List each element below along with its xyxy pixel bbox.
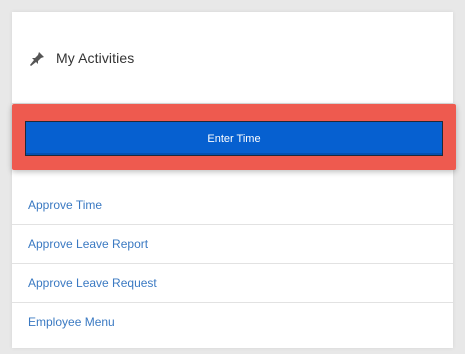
panel-title: My Activities [56,50,135,66]
pin-icon [29,51,45,67]
approve-leave-report-link[interactable]: Approve Leave Report [28,237,148,251]
list-item: Approve Time [12,186,453,225]
approve-time-link[interactable]: Approve Time [28,198,102,212]
list-item: Approve Leave Request [12,264,453,303]
employee-menu-link[interactable]: Employee Menu [28,315,115,329]
list-item: Employee Menu [12,303,453,342]
enter-time-button[interactable]: Enter Time [25,121,443,156]
approve-leave-request-link[interactable]: Approve Leave Request [28,276,157,290]
activities-menu: Approve Time Approve Leave Report Approv… [12,186,453,342]
list-item: Approve Leave Report [12,225,453,264]
panel-header: My Activities [12,12,453,104]
